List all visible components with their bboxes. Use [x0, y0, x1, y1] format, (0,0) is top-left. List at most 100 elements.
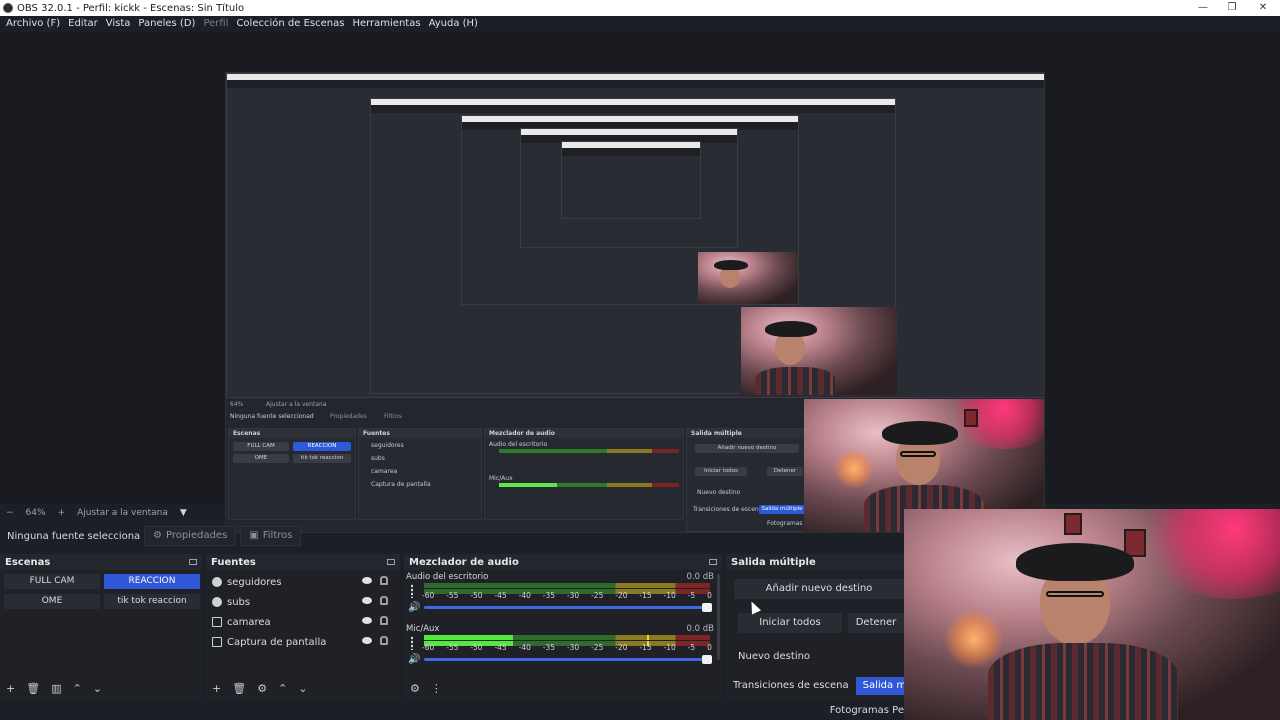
meter-tick: -20 — [615, 643, 628, 652]
undock-icon[interactable] — [387, 559, 395, 565]
volume-slider[interactable] — [424, 603, 712, 612]
source-label: camarea — [227, 616, 271, 628]
fps-label: Fotogramas Pe — [829, 705, 904, 716]
eye-icon[interactable] — [362, 577, 372, 584]
source-properties-button[interactable]: ⚙ — [257, 682, 267, 695]
menu-vista[interactable]: Vista — [102, 16, 135, 32]
menu-coleccion-escenas[interactable]: Colección de Escenas — [232, 16, 348, 32]
nested-window-2 — [370, 98, 897, 395]
mixer-menu-button[interactable]: ⋮ — [431, 682, 442, 695]
scene-reaccion[interactable]: REACCION — [104, 574, 200, 589]
add-source-button[interactable]: + — [212, 682, 221, 695]
meter-tick: -55 — [446, 643, 459, 652]
menu-ayuda[interactable]: Ayuda (H) — [425, 16, 482, 32]
level-meter — [424, 583, 710, 588]
add-target-button[interactable]: Añadir nuevo destino — [734, 579, 904, 599]
eye-icon[interactable] — [362, 637, 372, 644]
camera-icon — [212, 617, 222, 627]
scene-tik-tok-reaccion[interactable]: tik tok reaccion — [104, 594, 200, 609]
sources-dock: Fuentes seguidores subs camarea Captura … — [206, 554, 400, 700]
fit-window-label[interactable]: Ajustar a la ventana — [77, 508, 168, 518]
remove-scene-button[interactable]: 🗑 — [26, 682, 40, 695]
preview-area[interactable]: 64% Ajustar a la ventana Ninguna fuente … — [0, 32, 1280, 533]
minimize-button[interactable]: — — [1188, 0, 1218, 16]
channel-menu-icon[interactable] — [411, 584, 413, 598]
undock-icon[interactable] — [709, 559, 717, 565]
nested-window-3 — [461, 115, 799, 305]
scenes-dock: Escenas FULL CAM REACCION OME tik tok re… — [0, 554, 202, 700]
channel-menu-icon[interactable] — [411, 636, 413, 650]
source-captura-pantalla[interactable]: Captura de pantalla — [206, 632, 400, 652]
maximize-button[interactable]: ❐ — [1217, 0, 1247, 16]
scene-move-down-button[interactable]: ⌄ — [93, 682, 102, 695]
scene-list: FULL CAM REACCION OME tik tok reaccion — [0, 570, 202, 613]
meter-tick: -5 — [687, 591, 696, 600]
meter-tick: -10 — [663, 643, 676, 652]
nested-window-1 — [226, 73, 1044, 398]
lock-icon[interactable] — [380, 596, 388, 605]
filters-button[interactable]: ▣ Filtros — [240, 526, 302, 546]
level-meter — [424, 635, 710, 640]
scene-full-cam[interactable]: FULL CAM — [4, 574, 100, 589]
properties-button[interactable]: ⚙ Propiedades — [144, 526, 237, 546]
meter-tick: -10 — [663, 591, 676, 600]
menu-perfil[interactable]: Perfil — [199, 16, 232, 32]
source-camarea[interactable]: camarea — [206, 612, 400, 632]
source-move-down-button[interactable]: ⌄ — [298, 682, 307, 695]
meter-tick: -60 — [422, 643, 435, 652]
scene-ome[interactable]: OME — [4, 594, 100, 609]
speaker-icon[interactable]: 🔊 — [408, 602, 420, 613]
volume-handle[interactable] — [702, 655, 712, 664]
preview-canvas[interactable]: 64% Ajustar a la ventana Ninguna fuente … — [225, 72, 1045, 533]
meter-tick: -5 — [687, 643, 696, 652]
zoom-in-button[interactable]: + — [58, 508, 66, 518]
mixer-header: Mezclador de audio — [404, 554, 722, 570]
zoom-dropdown-icon[interactable]: ▼ — [180, 508, 187, 518]
scenes-header: Escenas — [0, 554, 202, 570]
properties-bar: Ninguna fuente seleccionada ⚙ Propiedade… — [0, 524, 904, 548]
lock-icon[interactable] — [380, 636, 388, 645]
menu-editar[interactable]: Editar — [64, 16, 102, 32]
channel-name: Audio del escritorio — [406, 572, 489, 582]
lock-icon[interactable] — [380, 616, 388, 625]
audio-settings-button[interactable]: ⚙ — [410, 682, 420, 695]
menu-herramientas[interactable]: Herramientas — [348, 16, 424, 32]
lock-icon[interactable] — [380, 576, 388, 585]
stop-button[interactable]: Detener — [848, 613, 904, 633]
scene-move-up-button[interactable]: ⌃ — [73, 682, 82, 695]
scene-filters-button[interactable]: ▥ — [51, 682, 61, 695]
meter-tick: -50 — [470, 643, 483, 652]
undock-icon[interactable] — [189, 559, 197, 565]
nested-zoom: 64% — [230, 401, 244, 408]
mixer-scrollbar[interactable] — [717, 574, 720, 660]
source-subs[interactable]: subs — [206, 592, 400, 612]
menu-archivo[interactable]: Archivo (F) — [2, 16, 64, 32]
close-button[interactable]: ✕ — [1248, 0, 1278, 16]
filters-label: Filtros — [262, 530, 293, 541]
meter-tick: 0 — [707, 591, 712, 600]
meter-tick: -25 — [591, 643, 604, 652]
menu-bar: Archivo (F) Editar Vista Paneles (D) Per… — [0, 16, 1280, 32]
eye-icon[interactable] — [362, 617, 372, 624]
meter-tick: -55 — [446, 591, 459, 600]
remove-source-button[interactable]: 🗑 — [232, 682, 246, 695]
meter-tick: -35 — [542, 591, 556, 600]
properties-label: Propiedades — [165, 530, 228, 541]
source-seguidores[interactable]: seguidores — [206, 572, 400, 592]
source-move-up-button[interactable]: ⌃ — [278, 682, 287, 695]
menu-paneles[interactable]: Paneles (D) — [134, 16, 199, 32]
tab-transitions[interactable]: Transiciones de escena — [726, 677, 856, 695]
eye-icon[interactable] — [362, 597, 372, 604]
filter-icon: ▣ — [249, 530, 259, 541]
meter-tick: -50 — [470, 591, 483, 600]
volume-slider[interactable] — [424, 655, 712, 664]
meter-tick: -45 — [494, 643, 507, 652]
mixer-title: Mezclador de audio — [409, 556, 519, 568]
speaker-icon[interactable]: 🔊 — [408, 654, 420, 665]
multi-output-header: Salida múltiple — [726, 554, 904, 570]
start-all-button[interactable]: Iniciar todos — [738, 613, 842, 633]
volume-handle[interactable] — [702, 603, 712, 612]
add-scene-button[interactable]: + — [6, 682, 15, 695]
zoom-out-button[interactable]: − — [6, 508, 14, 518]
sources-header: Fuentes — [206, 554, 400, 570]
